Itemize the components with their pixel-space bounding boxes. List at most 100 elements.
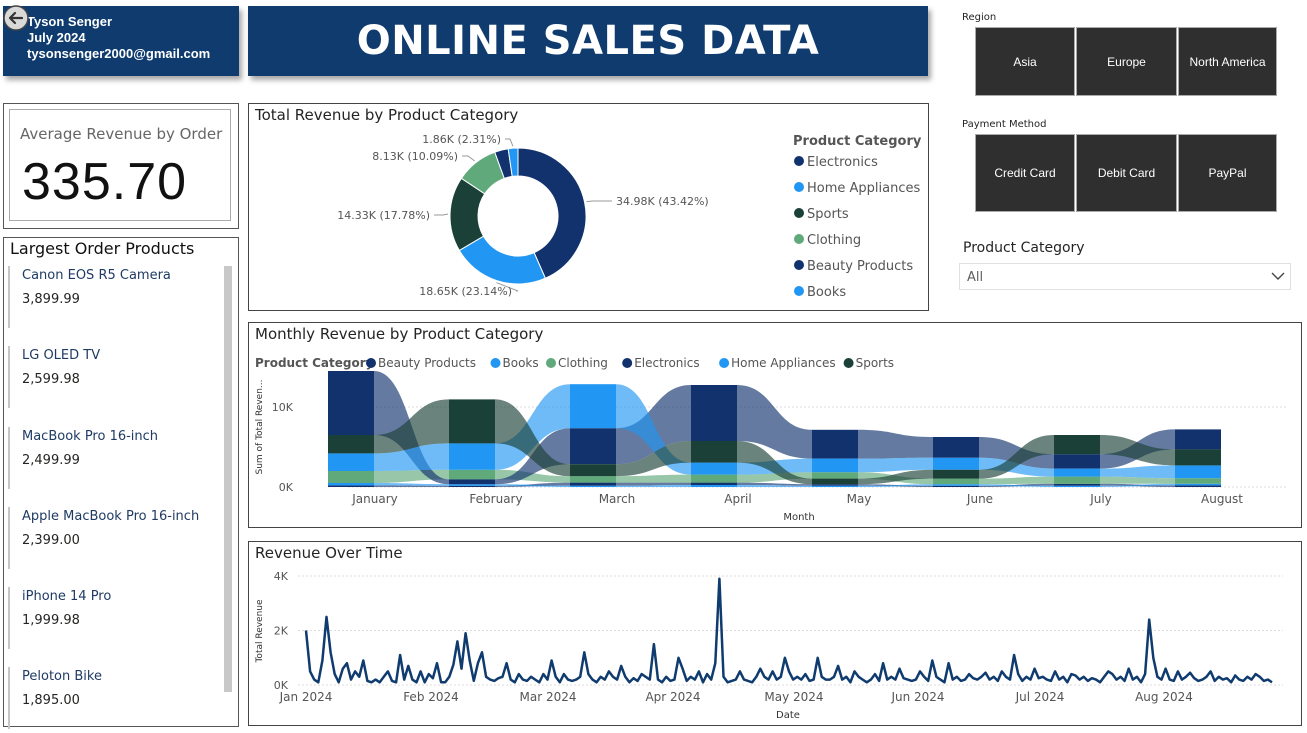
stack-segment [933, 469, 979, 479]
back-arrow-icon[interactable] [2, 4, 30, 32]
product-name: Apple MacBook Pro 16-inch [22, 509, 200, 524]
stack-segment [691, 474, 737, 483]
stack-segment [933, 457, 979, 470]
payment-tile-debit-card[interactable]: Debit Card [1076, 134, 1177, 212]
region-tile-asia[interactable]: Asia [975, 27, 1075, 96]
region-tile-north-america[interactable]: North America [1178, 27, 1277, 96]
stack-segment [449, 399, 495, 444]
donut-leader-line [434, 213, 449, 216]
legend-item: Clothing [807, 233, 861, 248]
payment-slicer-label: Payment Method [962, 119, 1047, 130]
author-name: Tyson Senger [27, 14, 113, 29]
list-item[interactable]: Canon EOS R5 Camera 3,899.99 [8, 266, 208, 328]
monthly-ribbon-chart[interactable]: 0K 10K Sum of Total Reven... Month January Fe… [248, 322, 1302, 528]
stack-segment [812, 485, 858, 487]
x-axis-title: Date [776, 710, 800, 721]
x-tick-label: May [847, 492, 872, 506]
payment-tile-credit-card[interactable]: Credit Card [975, 134, 1075, 212]
donut-data-label: 1.86K (2.31%) [422, 133, 501, 146]
legend-marker [794, 234, 804, 244]
stack-segment [691, 441, 737, 463]
y-tick-label: 0K [279, 481, 294, 494]
legend-marker [546, 358, 556, 368]
donut-leader-line [462, 155, 476, 162]
stack-segment [691, 482, 737, 485]
legend-marker [794, 156, 804, 166]
x-tick-label: March [599, 492, 636, 506]
product-order-value: 2,399.00 [22, 533, 80, 548]
stack-segment [1175, 483, 1221, 486]
product-order-value: 2,599.98 [22, 372, 80, 387]
region-slicer-label: Region [962, 12, 997, 23]
donut-chart[interactable]: 34.98K (43.42%) 18.65K (23.14%) 14.33K (17… [248, 103, 929, 311]
donut-data-label: 8.13K (10.09%) [372, 150, 458, 163]
stack-segment [812, 478, 858, 485]
y-axis-title: Sum of Total Reven... [255, 380, 265, 475]
legend-item: Sports [856, 356, 894, 370]
product-order-value: 3,899.99 [22, 292, 80, 307]
stack-segment [449, 479, 495, 485]
region-tile-europe[interactable]: Europe [1076, 27, 1177, 96]
legend-item: Books [807, 285, 846, 300]
payment-tile-paypal[interactable]: PayPal [1178, 134, 1277, 212]
x-tick-label: August [1201, 492, 1243, 506]
x-axis-title: Month [783, 512, 814, 523]
report-date: July 2024 [27, 30, 86, 45]
stack-segment [570, 464, 616, 477]
product-order-value: 1,999.98 [22, 613, 80, 628]
product-name: LG OLED TV [22, 348, 101, 363]
legend-item: Home Appliances [807, 181, 920, 196]
product-name: Peloton Bike [22, 669, 102, 684]
product-order-value: 2,499.99 [22, 453, 80, 468]
stack-segment [933, 484, 979, 486]
legend-marker [719, 358, 730, 368]
x-tick-label: Mar 2024 [520, 690, 577, 704]
chevron-down-icon[interactable] [1270, 268, 1286, 284]
stack-segment [570, 476, 616, 483]
avg-revenue-value: 335.70 [22, 153, 188, 211]
stack-segment [933, 478, 979, 485]
category-slicer-label: Product Category [963, 240, 1085, 256]
list-item[interactable]: LG OLED TV 2,599.98 [8, 346, 208, 408]
x-tick-label: June [966, 492, 993, 506]
stack-segment [1054, 435, 1100, 455]
stack-segment [328, 485, 374, 487]
category-dropdown[interactable] [959, 263, 1291, 290]
category-dropdown-value: All [967, 270, 984, 285]
legend-marker [622, 358, 633, 368]
x-tick-label: April [724, 492, 751, 506]
legend-item: Beauty Products [378, 356, 476, 370]
largest-orders-title: Largest Order Products [10, 239, 195, 258]
stack-segment [1054, 468, 1100, 477]
stack-segment [1175, 449, 1221, 466]
legend-marker [366, 358, 376, 368]
stack-segment [812, 484, 858, 486]
author-email: tysonsenger2000@gmail.com [27, 46, 211, 61]
stack-segment [933, 485, 979, 487]
product-name: MacBook Pro 16-inch [22, 429, 159, 444]
stack-segment [1175, 429, 1221, 450]
list-item[interactable]: Peloton Bike 1,895.00 [8, 667, 208, 729]
stack-segment [328, 471, 374, 483]
stack-segment [328, 483, 374, 486]
stack-segment [449, 443, 495, 470]
x-tick-label: February [469, 492, 522, 506]
x-tick-label: Aug 2024 [1135, 690, 1193, 704]
x-tick-label: July [1089, 492, 1112, 506]
legend-item: Clothing [558, 356, 608, 370]
list-item[interactable]: iPhone 14 Pro 1,999.98 [8, 587, 208, 649]
list-item[interactable]: MacBook Pro 16-inch 2,499.99 [8, 427, 208, 489]
stack-segment [1175, 485, 1221, 487]
donut-leader-line [505, 138, 514, 147]
legend-marker [794, 260, 804, 270]
stack-segment [1054, 476, 1100, 484]
legend-item: Home Appliances [731, 356, 836, 370]
donut-data-label: 34.98K (43.42%) [616, 195, 709, 208]
list-item[interactable]: Apple MacBook Pro 16-inch 2,399.00 [8, 507, 208, 569]
x-tick-label: Apr 2024 [645, 690, 700, 704]
stack-segment [1054, 485, 1100, 487]
product-name: iPhone 14 Pro [22, 589, 112, 604]
stack-segment [328, 453, 374, 471]
largest-orders-scrollbar[interactable] [224, 266, 232, 692]
revenue-line-chart[interactable]: 0K2K4KTotal RevenueDateJan 2024 Feb 2024 M… [248, 541, 1302, 726]
